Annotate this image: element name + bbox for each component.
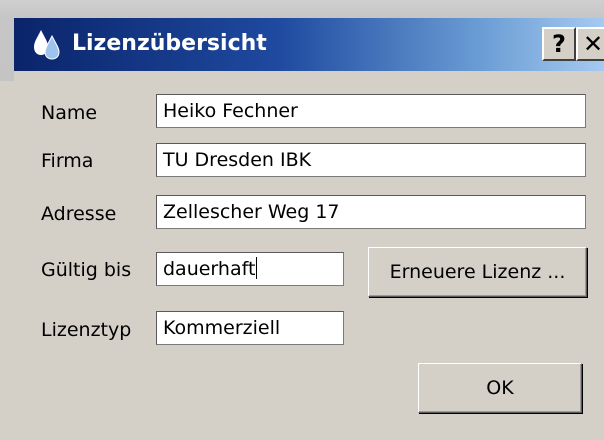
text-cursor	[256, 257, 258, 279]
window-title: Lizenzübersicht	[72, 31, 267, 56]
company-label: Firma	[41, 150, 94, 172]
ok-button[interactable]: OK	[418, 363, 582, 413]
valid-until-label: Gültig bis	[41, 259, 132, 281]
address-field[interactable]: Zellescher Weg 17	[156, 195, 586, 229]
address-label: Adresse	[41, 203, 117, 225]
license-dialog: Lizenzübersicht ? ✕ Name Heiko Fechner F…	[0, 0, 604, 440]
name-label: Name	[41, 102, 98, 124]
close-button[interactable]: ✕	[576, 27, 604, 61]
valid-until-field[interactable]: dauerhaft	[156, 252, 344, 286]
help-button[interactable]: ?	[542, 27, 576, 61]
valid-until-value: dauerhaft	[163, 258, 256, 280]
license-type-label: Lizenztyp	[41, 319, 132, 341]
title-bar[interactable]: Lizenzübersicht ? ✕	[14, 18, 604, 71]
name-field[interactable]: Heiko Fechner	[156, 94, 586, 128]
company-field[interactable]: TU Dresden IBK	[156, 143, 586, 177]
renew-license-button[interactable]: Erneuere Lizenz ...	[368, 247, 587, 297]
license-type-field[interactable]: Kommerziell	[156, 311, 344, 345]
window-frame-top: Lizenzübersicht ? ✕	[0, 0, 604, 81]
droplets-icon	[33, 28, 61, 60]
dialog-body: Name Heiko Fechner Firma TU Dresden IBK …	[14, 71, 604, 440]
